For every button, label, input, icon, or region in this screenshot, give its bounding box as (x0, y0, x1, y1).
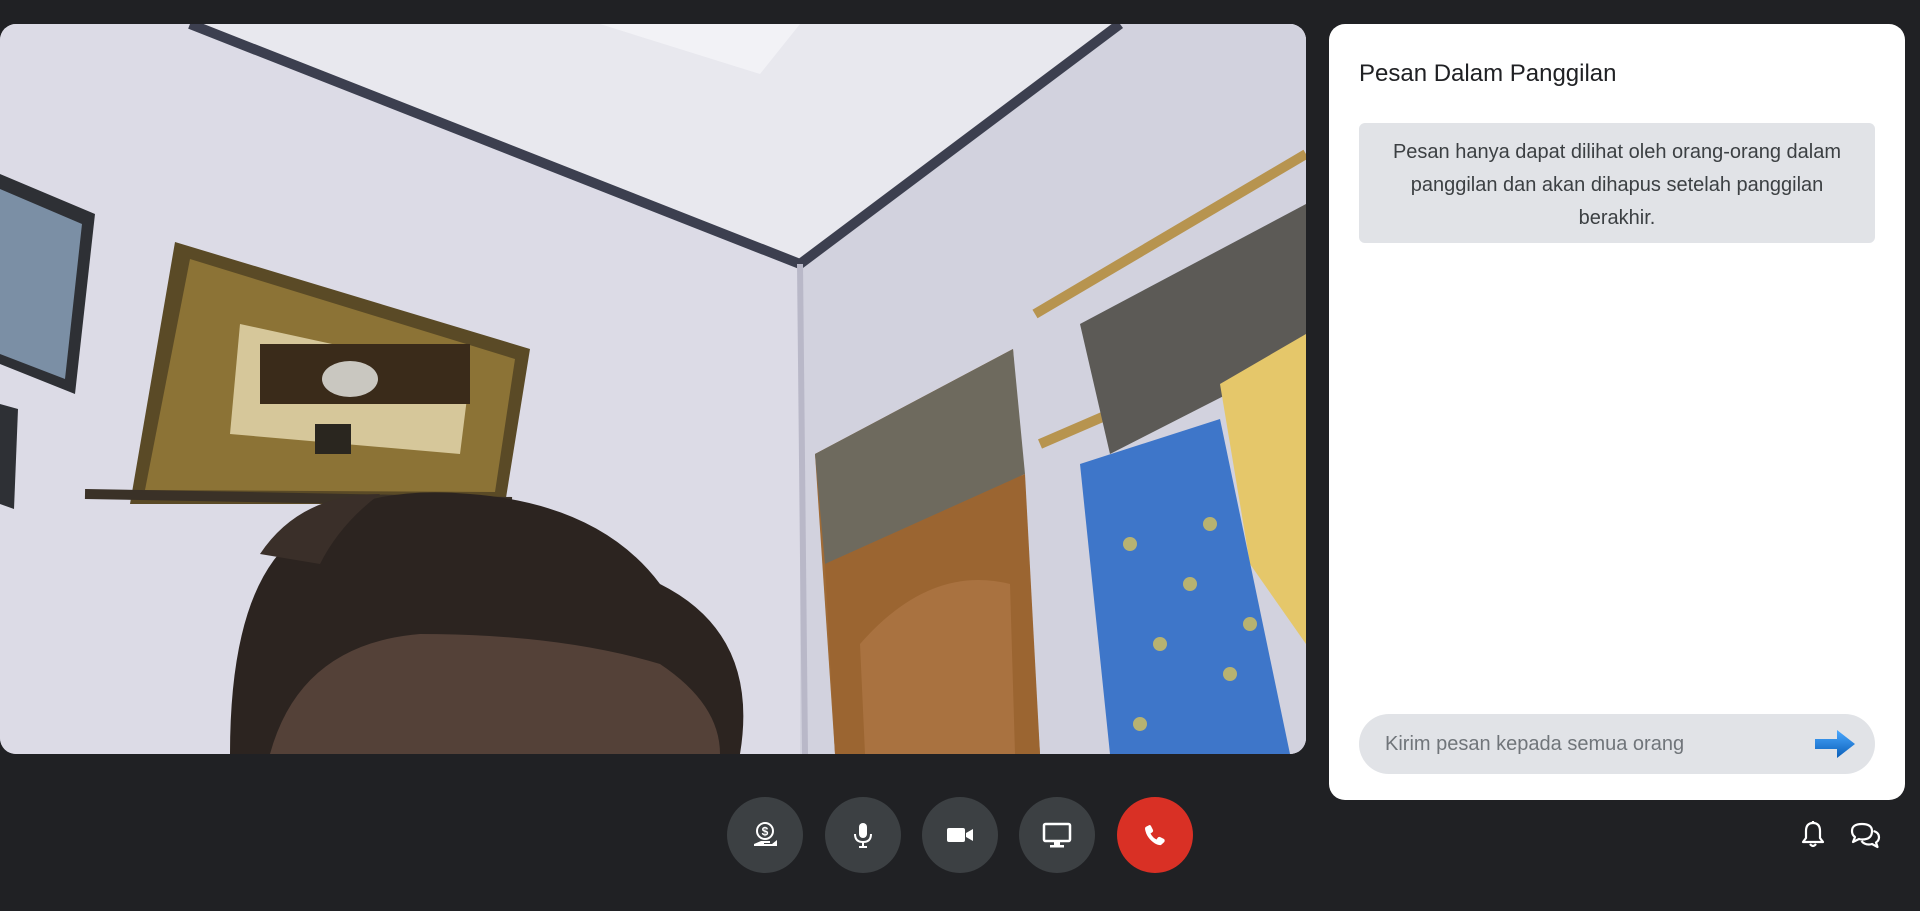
chat-title: Pesan Dalam Panggilan (1359, 60, 1617, 87)
money-control-button[interactable]: $ (727, 797, 803, 873)
video-feed (0, 24, 1306, 754)
chat-bubbles-icon (1850, 822, 1881, 849)
notifications-button[interactable] (1794, 816, 1832, 854)
end-call-button[interactable] (1117, 797, 1193, 873)
dollar-hand-icon: $ (754, 822, 777, 846)
phone-icon (1144, 825, 1165, 846)
desktop-icon (1042, 822, 1072, 848)
microphone-button[interactable] (825, 797, 901, 873)
share-screen-button[interactable] (1019, 797, 1095, 873)
chat-message-input[interactable] (1385, 714, 1785, 774)
arrow-right-icon (1815, 730, 1855, 758)
chat-panel: Pesan Dalam Panggilan Pesan hanya dapat … (1329, 24, 1905, 800)
bell-icon (1801, 821, 1825, 848)
camera-button[interactable] (922, 797, 998, 873)
chat-notice: Pesan hanya dapat dilihat oleh orang-ora… (1359, 123, 1875, 243)
video-camera-icon (947, 828, 973, 842)
camera-image (0, 24, 1306, 754)
microphone-icon (854, 823, 872, 848)
chat-toggle-button[interactable] (1846, 816, 1884, 854)
send-message-button[interactable] (1813, 727, 1857, 761)
svg-text:$: $ (762, 825, 769, 839)
chat-input-container (1359, 714, 1875, 774)
